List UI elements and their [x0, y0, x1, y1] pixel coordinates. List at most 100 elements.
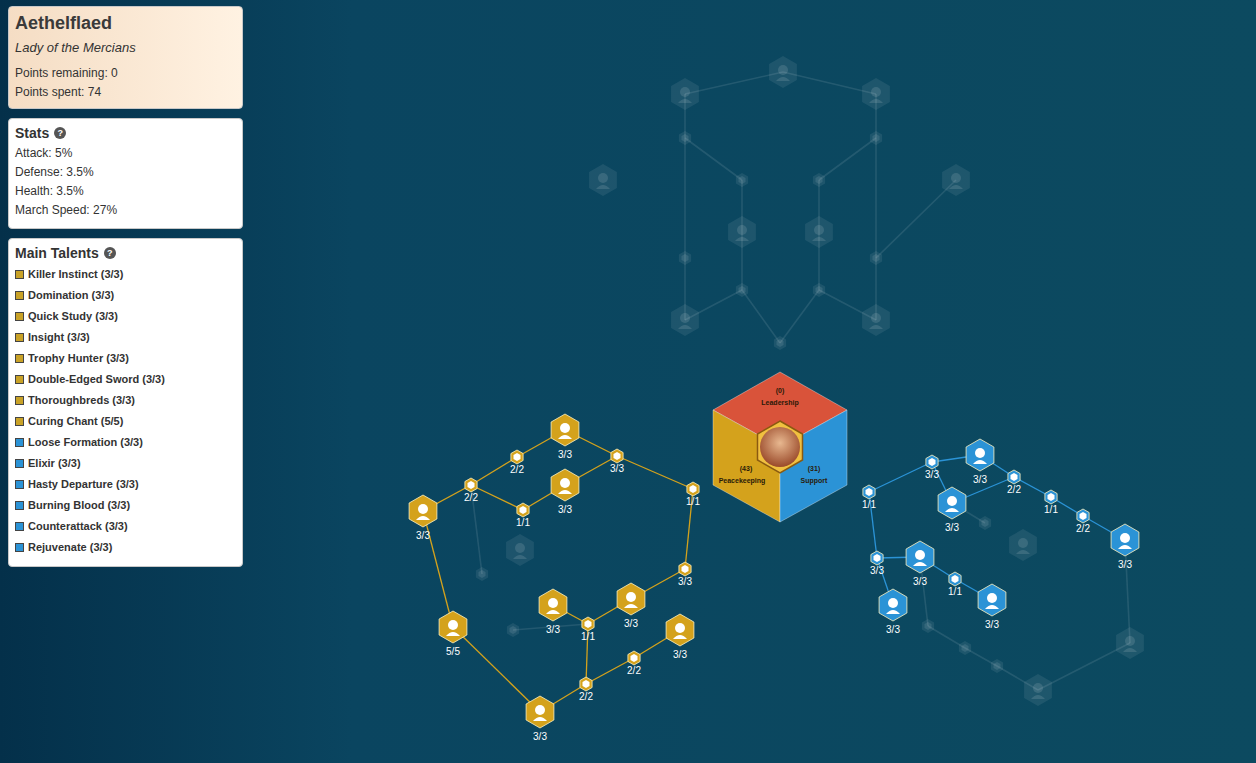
talent-node[interactable]: 3/3 — [870, 551, 884, 576]
talent-node[interactable]: 1/1 — [516, 503, 530, 528]
talent-node[interactable] — [959, 641, 971, 655]
node-hexagon[interactable] — [736, 173, 748, 187]
node-hexagon[interactable] — [589, 164, 617, 196]
node-hexagon[interactable] — [813, 283, 825, 297]
talent-node[interactable]: 1/1 — [948, 572, 962, 597]
talent-node[interactable] — [813, 283, 825, 297]
talent-node[interactable]: 2/2 — [510, 450, 524, 475]
node-hexagon[interactable] — [949, 572, 961, 586]
node-hexagon[interactable] — [582, 617, 594, 631]
talent-node[interactable]: 1/1 — [1044, 490, 1058, 515]
node-hexagon[interactable] — [580, 677, 592, 691]
talent-node[interactable] — [805, 216, 833, 248]
node-hexagon[interactable] — [1024, 674, 1052, 706]
talent-node[interactable]: 3/3 — [526, 696, 554, 742]
talent-node[interactable]: 3/3 — [678, 562, 692, 587]
node-hexagon[interactable] — [736, 283, 748, 297]
talent-node[interactable]: 2/2 — [1007, 470, 1021, 495]
node-hexagon[interactable] — [978, 584, 1006, 616]
talent-node[interactable]: 3/3 — [906, 541, 934, 587]
node-hexagon[interactable] — [1116, 627, 1144, 659]
node-hexagon[interactable] — [805, 216, 833, 248]
talent-node[interactable]: 5/5 — [439, 611, 467, 657]
node-hexagon[interactable] — [926, 455, 938, 469]
talent-node[interactable]: 3/3 — [966, 439, 994, 485]
talent-node[interactable]: 2/2 — [579, 677, 593, 702]
node-hexagon[interactable] — [439, 611, 467, 643]
talent-node[interactable] — [671, 304, 699, 336]
help-icon[interactable]: ? — [104, 247, 116, 259]
talent-node[interactable] — [671, 78, 699, 110]
node-hexagon[interactable] — [511, 450, 523, 464]
talent-node[interactable]: 3/3 — [551, 414, 579, 460]
node-hexagon[interactable] — [1077, 509, 1089, 523]
node-hexagon[interactable] — [1008, 470, 1020, 484]
node-hexagon[interactable] — [942, 164, 970, 196]
help-icon[interactable]: ? — [54, 127, 66, 139]
talent-node[interactable] — [991, 659, 1003, 673]
talent-node[interactable] — [813, 173, 825, 187]
talent-node[interactable] — [862, 78, 890, 110]
node-hexagon[interactable] — [769, 56, 797, 88]
talent-node[interactable] — [942, 164, 970, 196]
node-hexagon[interactable] — [1111, 524, 1139, 556]
node-hexagon[interactable] — [862, 304, 890, 336]
talent-node[interactable] — [476, 567, 488, 581]
talent-node[interactable] — [1116, 627, 1144, 659]
node-hexagon[interactable] — [774, 336, 786, 350]
node-hexagon[interactable] — [409, 495, 437, 527]
node-hexagon[interactable] — [870, 131, 882, 145]
talent-node[interactable] — [728, 216, 756, 248]
node-hexagon[interactable] — [476, 567, 488, 581]
node-hexagon[interactable] — [526, 696, 554, 728]
talent-node[interactable] — [736, 173, 748, 187]
node-hexagon[interactable] — [617, 583, 645, 615]
talent-node[interactable] — [1009, 529, 1037, 561]
talent-node[interactable]: 3/3 — [978, 584, 1006, 630]
node-hexagon[interactable] — [465, 478, 477, 492]
node-hexagon[interactable] — [687, 482, 699, 496]
node-hexagon[interactable] — [666, 614, 694, 646]
node-hexagon[interactable] — [679, 131, 691, 145]
talent-node[interactable]: 1/1 — [862, 485, 876, 510]
talent-node[interactable] — [922, 619, 934, 633]
node-hexagon[interactable] — [679, 562, 691, 576]
node-hexagon[interactable] — [728, 216, 756, 248]
node-hexagon[interactable] — [517, 503, 529, 517]
node-hexagon[interactable] — [959, 641, 971, 655]
talent-node[interactable] — [589, 164, 617, 196]
talent-node[interactable]: 3/3 — [551, 469, 579, 515]
talent-node[interactable]: 3/3 — [1111, 524, 1139, 570]
node-hexagon[interactable] — [507, 623, 519, 637]
talent-node[interactable]: 3/3 — [409, 495, 437, 541]
node-hexagon[interactable] — [813, 173, 825, 187]
talent-node[interactable]: 3/3 — [879, 589, 907, 635]
talent-node[interactable]: 3/3 — [938, 487, 966, 533]
node-hexagon[interactable] — [628, 651, 640, 665]
talent-node[interactable] — [870, 131, 882, 145]
node-hexagon[interactable] — [863, 485, 875, 499]
talent-node[interactable]: 3/3 — [925, 455, 939, 480]
node-hexagon[interactable] — [991, 659, 1003, 673]
node-hexagon[interactable] — [506, 534, 534, 566]
node-hexagon[interactable] — [1009, 529, 1037, 561]
talent-node[interactable] — [870, 251, 882, 265]
talent-node[interactable]: 3/3 — [617, 583, 645, 629]
node-hexagon[interactable] — [870, 251, 882, 265]
talent-node[interactable] — [979, 516, 991, 530]
talent-node[interactable] — [679, 131, 691, 145]
node-hexagon[interactable] — [539, 589, 567, 621]
node-hexagon[interactable] — [979, 516, 991, 530]
node-hexagon[interactable] — [679, 251, 691, 265]
talent-node[interactable] — [506, 534, 534, 566]
node-hexagon[interactable] — [879, 589, 907, 621]
node-hexagon[interactable] — [938, 487, 966, 519]
talent-node[interactable] — [774, 336, 786, 350]
talent-node[interactable]: 3/3 — [666, 614, 694, 660]
node-hexagon[interactable] — [671, 304, 699, 336]
talent-node[interactable] — [679, 251, 691, 265]
node-hexagon[interactable] — [906, 541, 934, 573]
talent-node[interactable]: 2/2 — [1076, 509, 1090, 534]
node-hexagon[interactable] — [551, 469, 579, 501]
talent-node[interactable] — [769, 56, 797, 88]
